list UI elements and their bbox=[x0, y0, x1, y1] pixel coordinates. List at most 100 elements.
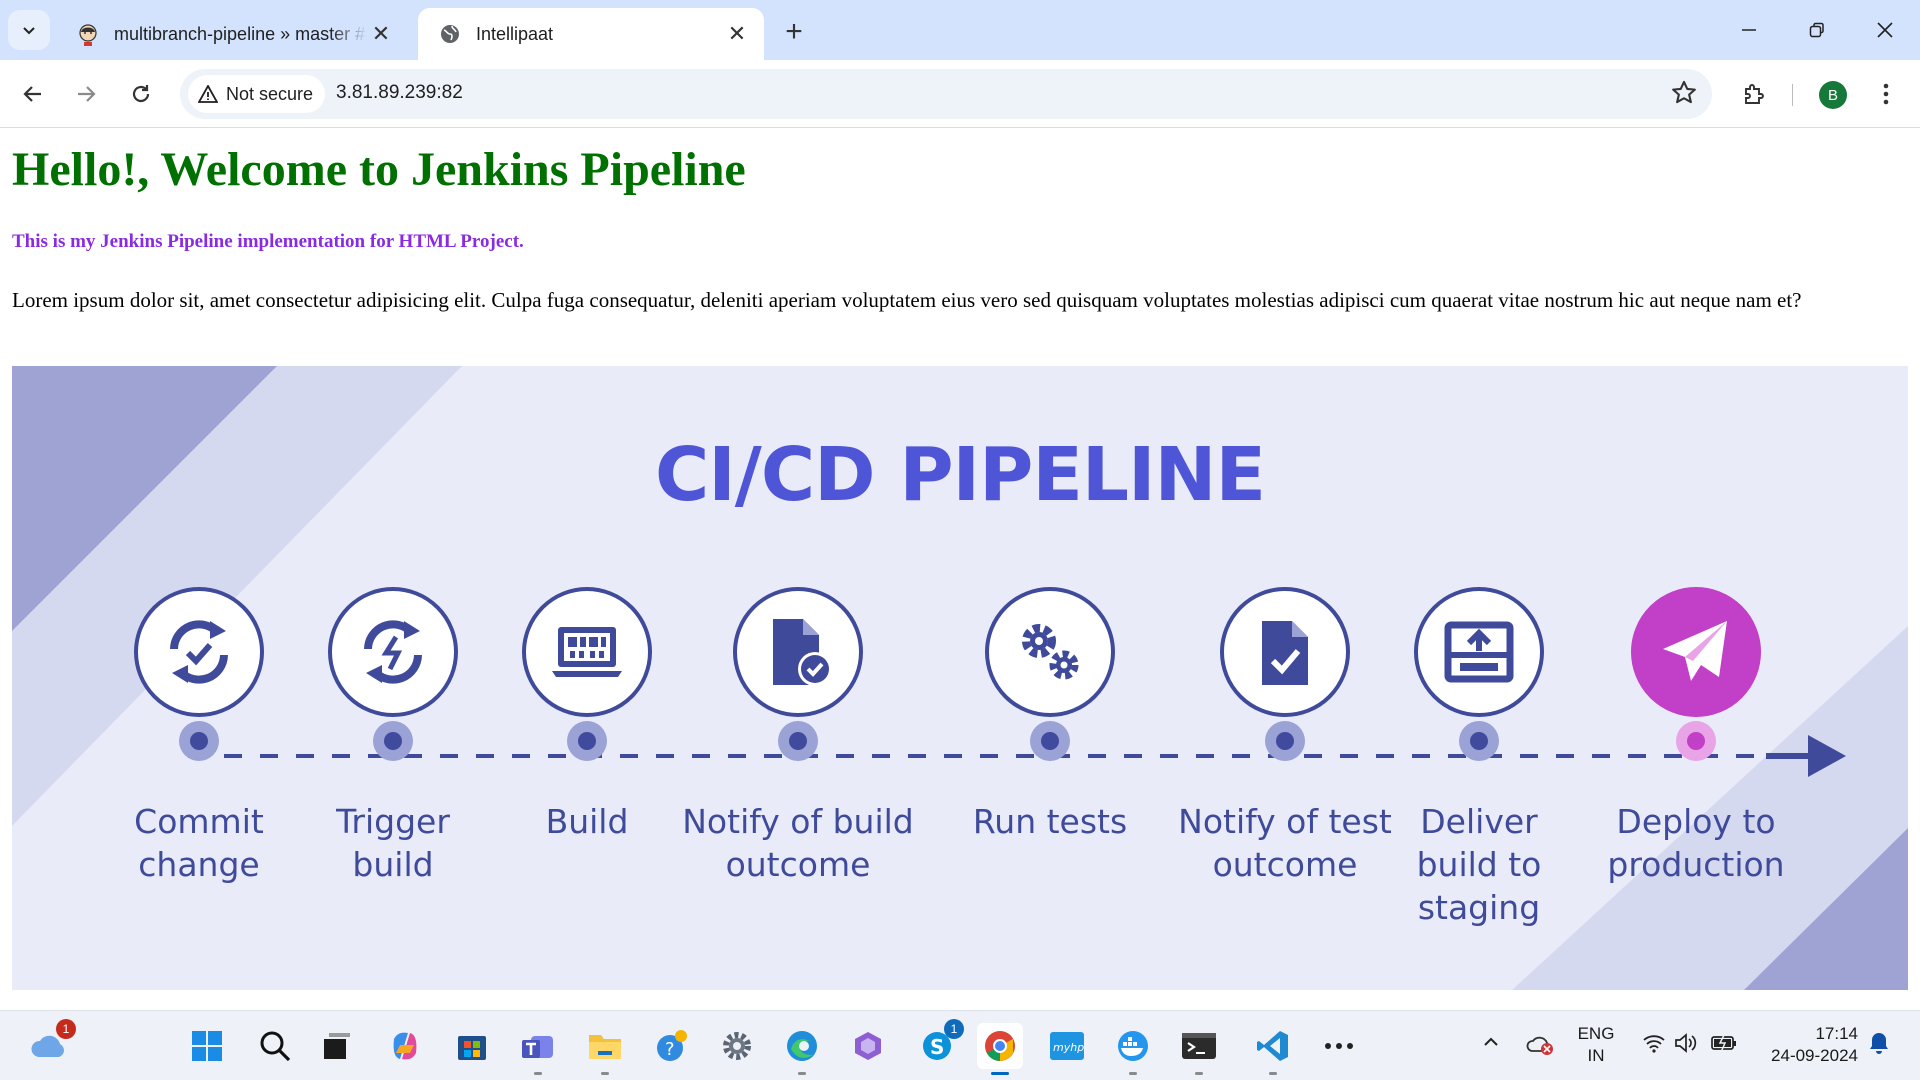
close-icon bbox=[1877, 22, 1893, 38]
wifi-icon[interactable] bbox=[1642, 1033, 1666, 1053]
page-subheading: This is my Jenkins Pipeline implementati… bbox=[12, 231, 524, 252]
minimize-icon bbox=[1742, 29, 1756, 31]
step-label: Run tests bbox=[972, 802, 1128, 841]
more-apps[interactable] bbox=[1316, 1023, 1362, 1069]
language-indicator[interactable]: ENG IN bbox=[1576, 1023, 1616, 1067]
profile-avatar[interactable]: B bbox=[1819, 81, 1847, 109]
paper-plane-icon bbox=[1631, 587, 1761, 717]
pipeline-step-deliver: Deliver build to staging bbox=[1414, 366, 1544, 990]
myhp-icon: myhp bbox=[1050, 1032, 1084, 1060]
copilot-icon bbox=[393, 1032, 417, 1060]
tab-strip: multibranch-pipeline » master # ✕ Intell… bbox=[0, 0, 1920, 60]
weather-badge: 1 bbox=[56, 1019, 76, 1039]
tab-intellipaat[interactable]: Intellipaat ✕ bbox=[418, 8, 764, 60]
toolbar-divider bbox=[1792, 84, 1793, 106]
chevron-up-icon[interactable] bbox=[1482, 1033, 1500, 1051]
pipeline-step-notify-test: Notify of test outcome bbox=[1178, 366, 1392, 990]
edge[interactable] bbox=[779, 1023, 825, 1075]
docker-icon bbox=[1118, 1031, 1148, 1061]
terminal-icon bbox=[1182, 1033, 1216, 1059]
timeline-dot bbox=[1676, 721, 1716, 761]
pipeline-step-run-tests: Run tests bbox=[973, 366, 1127, 990]
file-explorer-icon bbox=[589, 1035, 621, 1059]
new-tab-button[interactable]: + bbox=[776, 14, 812, 50]
more-icon bbox=[1325, 1043, 1353, 1049]
myhp[interactable]: myhp bbox=[1044, 1023, 1090, 1069]
upload-tray-icon bbox=[1414, 587, 1544, 717]
pipeline-step-commit: Commit change bbox=[134, 366, 264, 990]
restore-button[interactable] bbox=[1794, 12, 1840, 48]
pipeline-step-deploy: Deploy to production bbox=[1607, 366, 1785, 990]
chevron-down-icon bbox=[23, 27, 35, 35]
close-window-button[interactable] bbox=[1862, 12, 1908, 48]
settings[interactable] bbox=[714, 1023, 760, 1069]
pipeline-step-trigger: Trigger build bbox=[328, 366, 458, 990]
onedrive-error-icon[interactable] bbox=[1526, 1033, 1554, 1055]
address-bar[interactable]: Not secure 3.81.89.239:82 bbox=[180, 69, 1712, 119]
teams[interactable] bbox=[515, 1023, 561, 1075]
forward-button[interactable] bbox=[66, 74, 106, 114]
back-button[interactable] bbox=[13, 74, 53, 114]
timeline-arrow-icon bbox=[1766, 735, 1846, 777]
tab-search-button[interactable] bbox=[8, 10, 50, 50]
security-chip[interactable]: Not secure bbox=[188, 75, 326, 113]
get-help[interactable]: ? bbox=[649, 1023, 695, 1069]
timeline bbox=[188, 735, 1846, 777]
svg-text:S: S bbox=[930, 1035, 944, 1059]
bookmark-star-icon[interactable] bbox=[1670, 79, 1698, 107]
extensions-button[interactable] bbox=[1734, 74, 1774, 114]
vscode[interactable] bbox=[1250, 1023, 1296, 1075]
warning-icon bbox=[198, 85, 218, 103]
reload-button[interactable] bbox=[121, 74, 161, 114]
close-tab-icon[interactable]: ✕ bbox=[724, 21, 750, 47]
edge-icon bbox=[787, 1031, 817, 1061]
microsoft-store[interactable] bbox=[449, 1023, 495, 1069]
menu-button[interactable] bbox=[1866, 74, 1906, 114]
timeline-dot bbox=[1030, 721, 1070, 761]
battery-icon[interactable] bbox=[1710, 1033, 1738, 1053]
terminal[interactable] bbox=[1176, 1023, 1222, 1075]
close-tab-icon[interactable]: ✕ bbox=[368, 21, 394, 47]
tab-title: multibranch-pipeline » master # bbox=[114, 23, 366, 44]
step-label: Deploy to production bbox=[1607, 802, 1785, 884]
vscode-icon bbox=[1257, 1031, 1288, 1061]
build-computer-icon bbox=[522, 587, 652, 717]
notification-bell-icon[interactable] bbox=[1868, 1031, 1890, 1055]
kebab-menu-icon bbox=[1883, 83, 1889, 105]
puzzle-icon bbox=[1745, 84, 1764, 104]
globe-icon bbox=[441, 25, 459, 43]
volume-icon[interactable] bbox=[1674, 1033, 1700, 1053]
back-arrow-icon bbox=[23, 86, 41, 102]
browser-toolbar: Not secure 3.81.89.239:82 B bbox=[0, 60, 1920, 128]
file-explorer[interactable] bbox=[582, 1023, 628, 1075]
minimize-button[interactable] bbox=[1726, 12, 1772, 48]
svg-text:myhp: myhp bbox=[1053, 1041, 1084, 1054]
tab-jenkins[interactable]: multibranch-pipeline » master # ✕ bbox=[56, 8, 408, 60]
jenkins-icon bbox=[79, 24, 97, 46]
copilot-app[interactable] bbox=[845, 1023, 891, 1069]
timeline-dot bbox=[373, 721, 413, 761]
timeline-dot bbox=[778, 721, 818, 761]
copilot-taskbar[interactable] bbox=[382, 1023, 428, 1069]
task-view[interactable] bbox=[314, 1023, 360, 1069]
chrome[interactable] bbox=[977, 1023, 1023, 1075]
clock-time: 17:14 bbox=[1815, 1024, 1858, 1043]
teams-icon bbox=[522, 1036, 553, 1058]
get-help-icon: ? bbox=[657, 1030, 687, 1061]
page-heading: Hello!, Welcome to Jenkins Pipeline bbox=[12, 143, 746, 196]
clock[interactable]: 17:14 24-09-2024 bbox=[1748, 1023, 1858, 1067]
clock-date: 24-09-2024 bbox=[1771, 1046, 1858, 1065]
taskbar-search[interactable] bbox=[252, 1023, 298, 1069]
start-button[interactable] bbox=[184, 1023, 230, 1069]
timeline-dot bbox=[1265, 721, 1305, 761]
skype[interactable]: S 1 bbox=[914, 1019, 964, 1069]
url-text[interactable]: 3.81.89.239:82 bbox=[336, 82, 463, 104]
document-check-icon bbox=[1220, 587, 1350, 717]
weather-widget[interactable]: 1 bbox=[26, 1019, 76, 1069]
page-paragraph: Lorem ipsum dolor sit, amet consectetur … bbox=[12, 288, 1802, 312]
docker[interactable] bbox=[1110, 1023, 1156, 1075]
store-icon bbox=[458, 1036, 486, 1060]
forward-arrow-icon bbox=[78, 86, 96, 102]
settings-icon bbox=[723, 1032, 751, 1060]
trigger-sync-icon bbox=[328, 587, 458, 717]
